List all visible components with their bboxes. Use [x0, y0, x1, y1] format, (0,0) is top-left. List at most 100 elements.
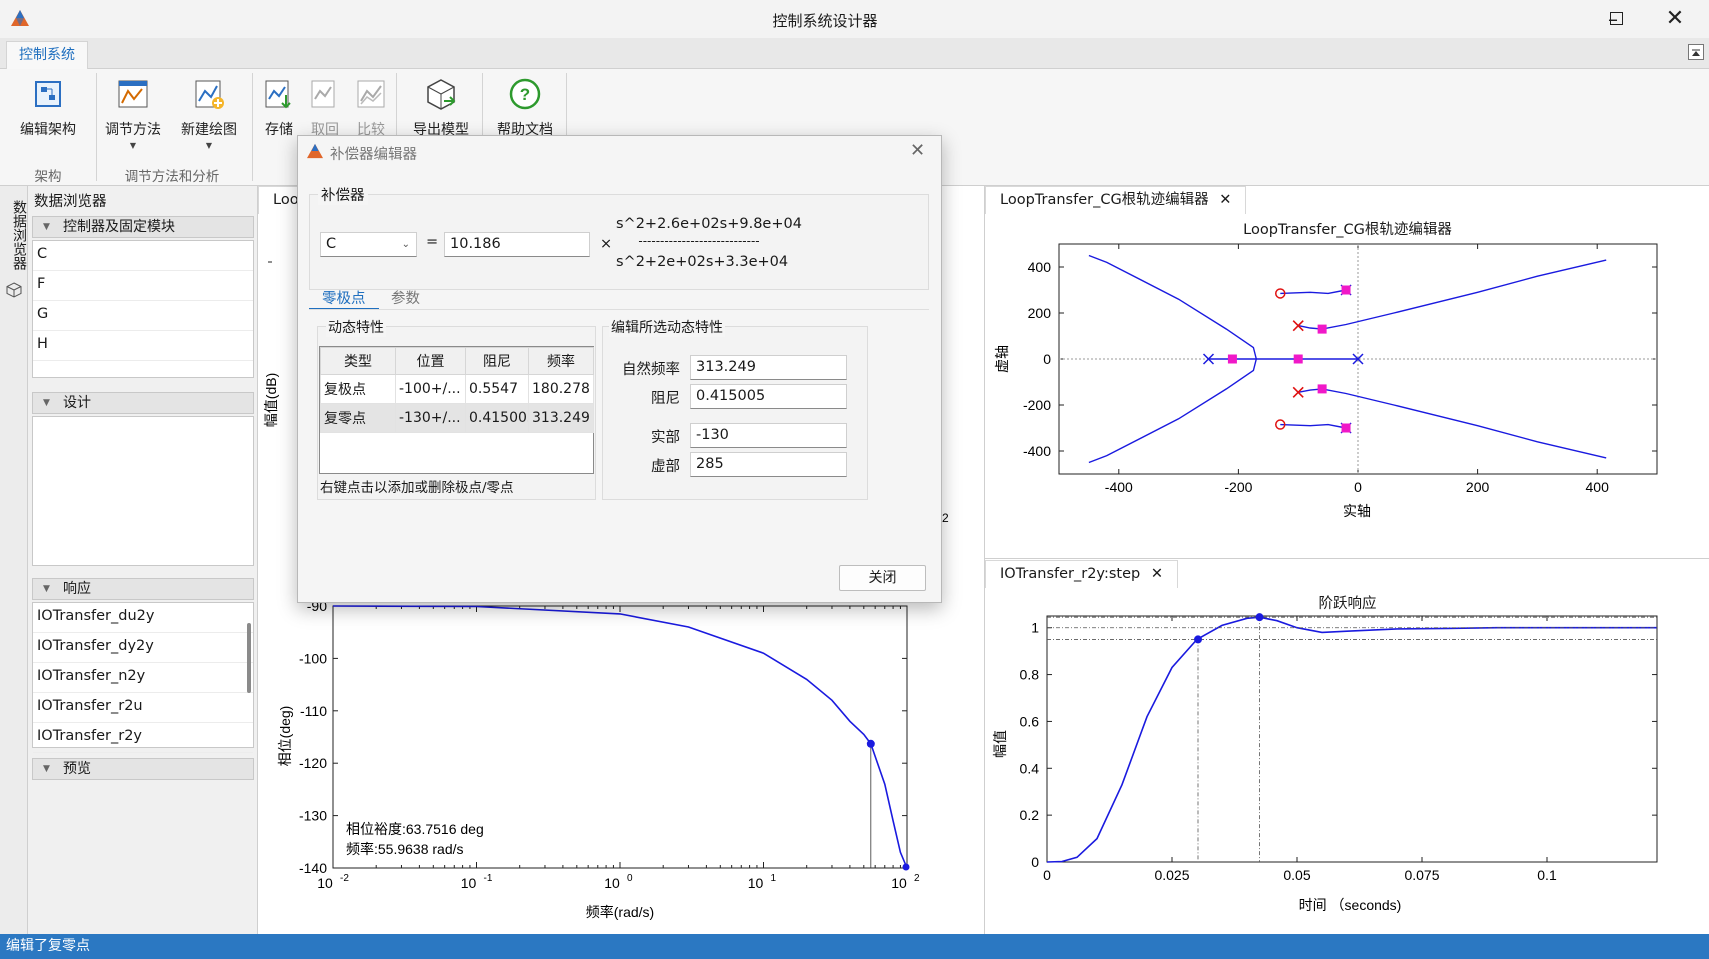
maximize-icon[interactable] — [1610, 12, 1623, 25]
list-item[interactable]: G — [33, 301, 253, 331]
y-tick-label: 200 — [1028, 305, 1052, 321]
store-button[interactable]: 存储 — [258, 77, 300, 139]
damping-input[interactable]: 0.415005 — [690, 384, 847, 409]
side-tab-data-browser[interactable]: 数据浏览器 — [4, 200, 27, 270]
column-header[interactable]: 阻尼 — [465, 347, 529, 375]
step-plot: 1 0.8 0.6 0.4 0.2 00 0.025 0.05 0.075 0.1 时间 （sec… — [992, 613, 1658, 913]
dynamics-table-container: 类型 位置 阻尼 频率 复极点 -100+/... 0.5547 180.278… — [319, 346, 594, 474]
rlocus-plot: 400 200 0 -200 -400 -400 -200 0 200 400 实轴 虚轴 — [994, 243, 1658, 519]
list-item[interactable]: IOTransfer_r2u — [33, 693, 253, 723]
section-controllers[interactable]: 控制器及固定模块 — [32, 216, 254, 238]
side-tab-strip: 数据浏览器 — [0, 186, 28, 934]
data-browser: 数据浏览器 控制器及固定模块 C F G H 设计 响应 IOTransfer_… — [28, 186, 258, 934]
tuning-methods-button[interactable]: 调节方法 ▼ — [100, 77, 166, 150]
edit-architecture-label: 编辑架构 — [20, 122, 76, 138]
design-list — [32, 416, 254, 566]
x-tick-label: 10 — [748, 875, 764, 891]
natural-freq-input[interactable]: 313.249 — [690, 355, 847, 380]
characteristic-marker — [1255, 613, 1264, 622]
table-cell: -100+/... — [395, 374, 466, 404]
new-plot-button[interactable]: 新建绘图 ▼ — [174, 77, 244, 150]
title-bar: 控制系统设计器 – ✕ — [0, 0, 1709, 38]
equals-sign: = — [426, 234, 439, 250]
rlocus-ylabel: 虚轴 — [994, 345, 1010, 373]
list-item[interactable]: IOTransfer_du2y — [33, 603, 253, 633]
column-header[interactable]: 位置 — [395, 347, 466, 375]
phase-xlabel: 频率(rad/s) — [586, 904, 654, 920]
x-tick-label: 200 — [1466, 479, 1490, 495]
window-title: 控制系统设计器 — [772, 12, 878, 30]
table-row[interactable]: 复极点 -100+/... 0.5547 180.278 — [320, 374, 594, 404]
tab-poles-zeros[interactable]: 零极点 — [322, 287, 366, 308]
retrieve-button[interactable]: 取回 — [304, 77, 346, 139]
dialog-close-icon[interactable]: ✕ — [910, 140, 925, 161]
collapse-ribbon-icon[interactable] — [1688, 44, 1704, 60]
close-tab-icon[interactable]: ✕ — [1151, 566, 1163, 582]
chevron-down-icon: ⌄ — [401, 239, 410, 250]
responses-list: IOTransfer_du2y IOTransfer_dy2y IOTransf… — [32, 602, 254, 753]
gain-input[interactable]: 10.186 — [444, 232, 590, 257]
table-row-selected[interactable]: 复零点 -130+/... 0.415005 313.249 — [320, 403, 594, 433]
x-tick-exponent: 1 — [771, 873, 777, 884]
compensator-select[interactable]: C ⌄ — [320, 232, 417, 257]
edit-architecture-button[interactable]: 编辑架构 — [16, 77, 80, 139]
x-tick-label: -400 — [1105, 479, 1133, 495]
imag-part-input[interactable]: 285 — [690, 452, 847, 477]
table-cell: 复极点 — [320, 374, 396, 404]
help-docs-button[interactable]: ? 帮助文档 — [488, 77, 562, 139]
section-design[interactable]: 设计 — [32, 392, 254, 414]
section-preview[interactable]: 预览 — [32, 758, 254, 780]
right-documents: LoopTransfer_CG根轨迹编辑器 ✕ LoopTransfer_CG根… — [984, 186, 1709, 934]
section-responses[interactable]: 响应 — [32, 578, 254, 600]
numerator: s^2+2.6e+02s+9.8e+04 — [616, 216, 802, 232]
scrollbar-thumb[interactable] — [247, 623, 251, 693]
closed-loop-pole-marker — [1317, 384, 1327, 394]
close-tab-icon[interactable]: ✕ — [1219, 192, 1231, 208]
tab-control-system[interactable]: 控制系统 — [6, 41, 88, 69]
phase-margin-marker[interactable] — [866, 739, 875, 748]
x-tick-exponent: -2 — [340, 873, 349, 884]
y-tick-label: -110 — [300, 703, 327, 719]
closed-loop-pole-marker — [1341, 423, 1351, 433]
close-window-button[interactable]: ✕ — [1652, 4, 1698, 34]
list-item[interactable]: C — [33, 241, 253, 271]
browser-title: 数据浏览器 — [34, 194, 107, 210]
table-cell: -130+/... — [395, 403, 466, 433]
x-tick-exponent: 2 — [914, 873, 920, 884]
characteristic-marker — [1194, 635, 1202, 644]
y-tick-label: 0 — [1031, 854, 1039, 870]
compare-button[interactable]: 比较 — [350, 77, 392, 139]
cube-icon — [6, 282, 22, 298]
list-item[interactable]: F — [33, 271, 253, 301]
tab-parameters[interactable]: 参数 — [391, 287, 420, 308]
phase-end-marker — [902, 863, 910, 871]
list-item[interactable]: IOTransfer_dy2y — [33, 633, 253, 663]
list-item[interactable]: IOTransfer_n2y — [33, 663, 253, 693]
list-item[interactable]: IOTransfer_r2y — [33, 723, 253, 753]
pane-divider — [985, 558, 1709, 559]
chevron-down-icon: ▼ — [129, 141, 137, 150]
export-model-icon — [427, 79, 456, 110]
x-tick-label: 10 — [461, 875, 477, 891]
tab-step-label: IOTransfer_r2y:step — [1000, 566, 1141, 582]
rlocus-xlabel: 实轴 — [1343, 503, 1371, 519]
close-button[interactable]: 关闭 — [839, 565, 926, 591]
y-tick-label: 400 — [1028, 259, 1052, 275]
damping-label: 阻尼 — [651, 391, 680, 407]
real-part-input[interactable]: -130 — [690, 423, 847, 448]
help-icon: ? — [509, 78, 541, 110]
step-ylabel: 幅值 — [992, 730, 1008, 758]
column-header[interactable]: 类型 — [320, 347, 396, 375]
list-item[interactable]: H — [33, 331, 253, 361]
add-remove-hint: 右键点击以添加或删除极点/零点 — [320, 480, 514, 496]
export-model-button[interactable]: 导出模型 — [404, 77, 478, 139]
column-header[interactable]: 频率 — [528, 347, 594, 375]
x-tick-label: 0.1 — [1537, 867, 1557, 883]
closed-loop-pole-marker — [1227, 354, 1237, 364]
new-plot-label: 新建绘图 — [181, 122, 237, 138]
tab-step[interactable]: IOTransfer_r2y:step ✕ — [985, 560, 1178, 588]
tab-rlocus[interactable]: LoopTransfer_CG根轨迹编辑器 ✕ — [985, 186, 1247, 214]
compensator-group-label: 补偿器 — [318, 184, 368, 205]
x-tick-label: 400 — [1586, 479, 1610, 495]
x-tick-label: -200 — [1224, 479, 1252, 495]
